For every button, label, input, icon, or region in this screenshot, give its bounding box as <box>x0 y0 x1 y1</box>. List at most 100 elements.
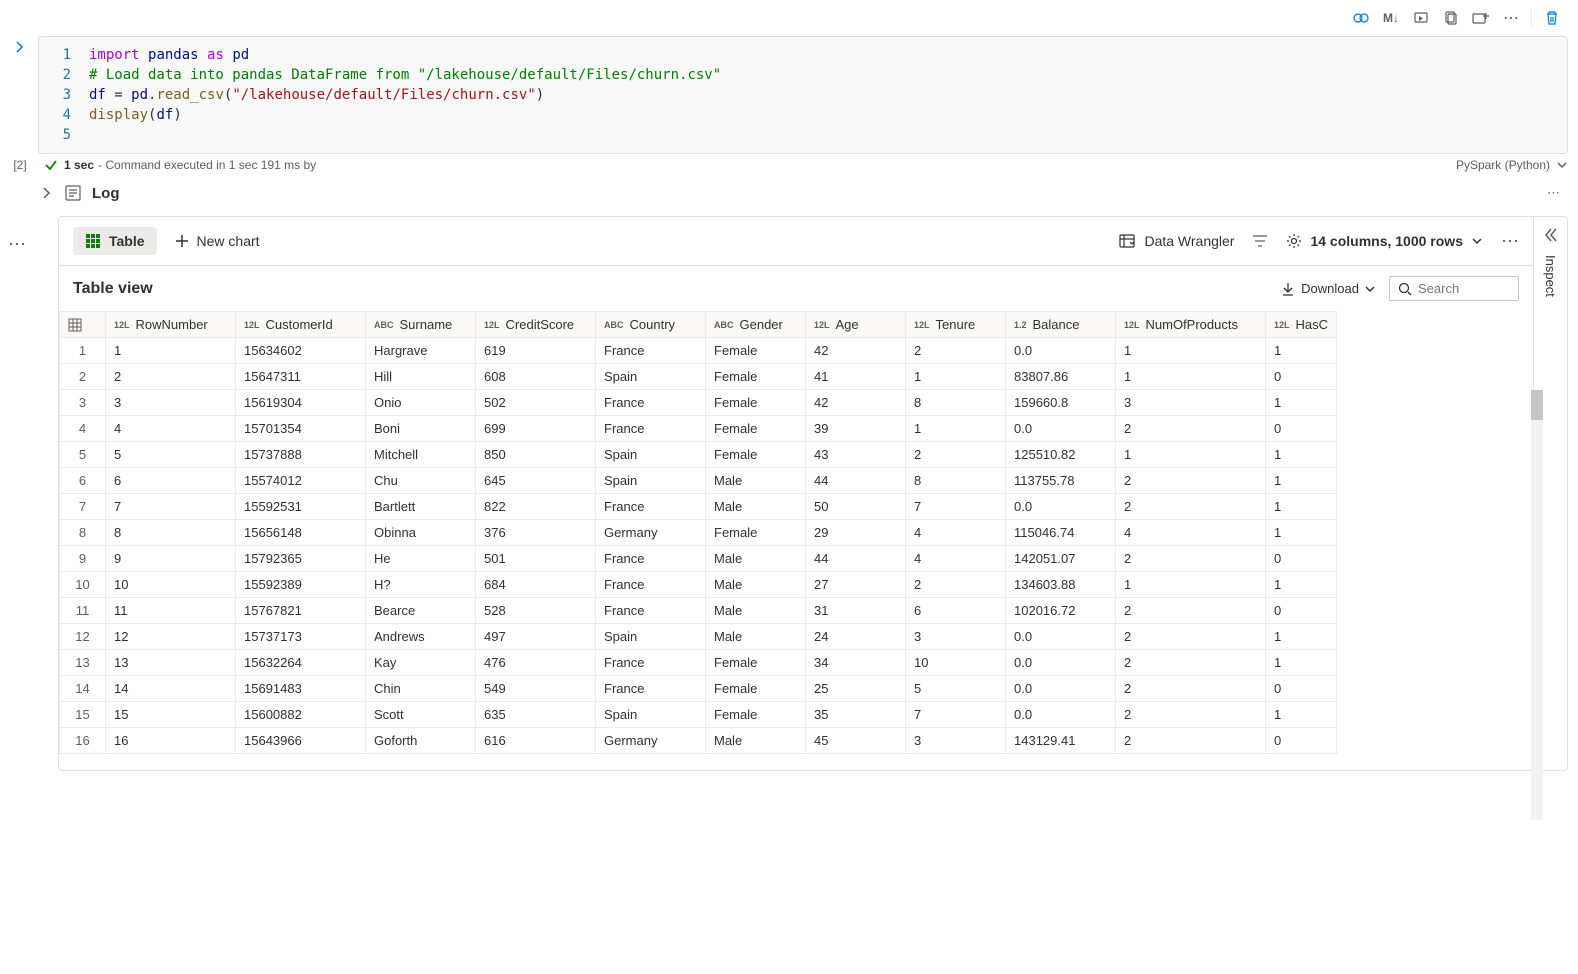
table-cell[interactable]: 2 <box>906 442 1006 468</box>
table-row[interactable]: 9915792365He501FranceMale444142051.0720 <box>60 546 1337 572</box>
table-cell[interactable]: Boni <box>366 416 476 442</box>
table-cell[interactable]: 3 <box>906 728 1006 754</box>
table-cell[interactable]: 645 <box>476 468 596 494</box>
table-cell[interactable]: 16 <box>106 728 236 754</box>
table-cell[interactable]: Spain <box>596 442 706 468</box>
output-more-button[interactable]: ⋯ <box>1501 231 1519 252</box>
table-cell[interactable]: Male <box>706 572 806 598</box>
search-input[interactable] <box>1418 281 1510 296</box>
table-cell[interactable]: 5 <box>106 442 236 468</box>
table-row[interactable]: 4415701354Boni699FranceFemale3910.020 <box>60 416 1337 442</box>
add-cell-button[interactable] <box>1467 4 1495 32</box>
table-cell[interactable]: 1 <box>1116 572 1266 598</box>
table-cell[interactable]: 15600882 <box>236 702 366 728</box>
table-cell[interactable]: 0.0 <box>1006 676 1116 702</box>
table-cell[interactable]: 134603.88 <box>1006 572 1116 598</box>
table-cell[interactable]: 1 <box>1116 338 1266 364</box>
table-cell[interactable]: 1 <box>1266 650 1337 676</box>
column-header[interactable]: 12LCustomerId <box>236 312 366 338</box>
table-cell[interactable]: 113755.78 <box>1006 468 1116 494</box>
table-cell[interactable]: 8 <box>106 520 236 546</box>
row-index[interactable]: 7 <box>60 494 106 520</box>
table-cell[interactable]: 15643966 <box>236 728 366 754</box>
table-cell[interactable]: 7 <box>906 702 1006 728</box>
table-cell[interactable]: 142051.07 <box>1006 546 1116 572</box>
column-header[interactable]: 12LTenure <box>906 312 1006 338</box>
table-cell[interactable]: 15592531 <box>236 494 366 520</box>
table-cell[interactable]: Scott <box>366 702 476 728</box>
row-index[interactable]: 1 <box>60 338 106 364</box>
table-cell[interactable]: 2 <box>1116 416 1266 442</box>
table-cell[interactable]: Female <box>706 364 806 390</box>
row-index[interactable]: 6 <box>60 468 106 494</box>
row-index[interactable]: 9 <box>60 546 106 572</box>
table-cell[interactable]: 376 <box>476 520 596 546</box>
table-cell[interactable]: 0 <box>1266 598 1337 624</box>
table-cell[interactable]: 635 <box>476 702 596 728</box>
table-cell[interactable]: 0 <box>1266 676 1337 702</box>
table-cell[interactable]: 619 <box>476 338 596 364</box>
table-cell[interactable]: 0 <box>1266 364 1337 390</box>
copy-button[interactable] <box>1437 4 1465 32</box>
table-cell[interactable]: 11 <box>106 598 236 624</box>
table-cell[interactable]: Bearce <box>366 598 476 624</box>
expand-inspect-chevron[interactable] <box>1543 227 1559 243</box>
table-cell[interactable]: 2 <box>1116 624 1266 650</box>
table-cell[interactable]: France <box>596 416 706 442</box>
table-cell[interactable]: 3 <box>906 624 1006 650</box>
table-cell[interactable]: 1 <box>1266 572 1337 598</box>
table-cell[interactable]: 27 <box>806 572 906 598</box>
kernel-selector[interactable]: PySpark (Python) <box>1456 158 1568 172</box>
table-cell[interactable]: 25 <box>806 676 906 702</box>
table-cell[interactable]: Female <box>706 650 806 676</box>
filter-button[interactable] <box>1252 233 1268 249</box>
row-index[interactable]: 16 <box>60 728 106 754</box>
table-cell[interactable]: Mitchell <box>366 442 476 468</box>
table-cell[interactable]: 497 <box>476 624 596 650</box>
cell-drag-handle[interactable]: ⋯ <box>8 234 26 255</box>
table-cell[interactable]: France <box>596 676 706 702</box>
table-cell[interactable]: 2 <box>1116 728 1266 754</box>
table-cell[interactable]: 3 <box>106 390 236 416</box>
table-cell[interactable]: 1 <box>1116 364 1266 390</box>
column-header[interactable]: 1.2Balance <box>1006 312 1116 338</box>
table-row[interactable]: 161615643966Goforth616GermanyMale4531431… <box>60 728 1337 754</box>
horizontal-scrollbar[interactable] <box>59 754 1533 770</box>
table-cell[interactable]: Male <box>706 728 806 754</box>
table-cell[interactable]: 15737173 <box>236 624 366 650</box>
table-cell[interactable]: 699 <box>476 416 596 442</box>
table-cell[interactable]: 2 <box>1116 546 1266 572</box>
table-cell[interactable]: Hargrave <box>366 338 476 364</box>
table-cell[interactable]: 1 <box>1116 442 1266 468</box>
column-header[interactable]: ABCGender <box>706 312 806 338</box>
table-cell[interactable]: Germany <box>596 728 706 754</box>
table-cell[interactable]: 0 <box>1266 546 1337 572</box>
table-cell[interactable]: 2 <box>1116 598 1266 624</box>
table-cell[interactable]: France <box>596 390 706 416</box>
table-cell[interactable]: 501 <box>476 546 596 572</box>
table-cell[interactable]: 1 <box>1266 520 1337 546</box>
table-cell[interactable]: H? <box>366 572 476 598</box>
table-cell[interactable]: 0.0 <box>1006 624 1116 650</box>
table-cell[interactable]: 14 <box>106 676 236 702</box>
table-cell[interactable]: 1 <box>1266 624 1337 650</box>
column-header[interactable]: 12LHasC <box>1266 312 1337 338</box>
table-cell[interactable]: 2 <box>1116 468 1266 494</box>
table-cell[interactable]: 850 <box>476 442 596 468</box>
table-cell[interactable]: 2 <box>906 338 1006 364</box>
table-row[interactable]: 2215647311Hill608SpainFemale41183807.861… <box>60 364 1337 390</box>
table-row[interactable]: 121215737173Andrews497SpainMale2430.021 <box>60 624 1337 650</box>
table-cell[interactable]: 1 <box>1266 390 1337 416</box>
table-cell[interactable]: 6 <box>906 598 1006 624</box>
table-cell[interactable]: 102016.72 <box>1006 598 1116 624</box>
run-cell-button[interactable] <box>1407 4 1435 32</box>
table-cell[interactable]: Female <box>706 416 806 442</box>
table-cell[interactable]: 476 <box>476 650 596 676</box>
table-cell[interactable]: 10 <box>906 650 1006 676</box>
table-cell[interactable]: 44 <box>806 468 906 494</box>
table-cell[interactable]: 822 <box>476 494 596 520</box>
table-cell[interactable]: 143129.41 <box>1006 728 1116 754</box>
table-row[interactable]: 101015592389H?684FranceMale272134603.881… <box>60 572 1337 598</box>
table-cell[interactable]: 42 <box>806 338 906 364</box>
table-cell[interactable]: 15619304 <box>236 390 366 416</box>
